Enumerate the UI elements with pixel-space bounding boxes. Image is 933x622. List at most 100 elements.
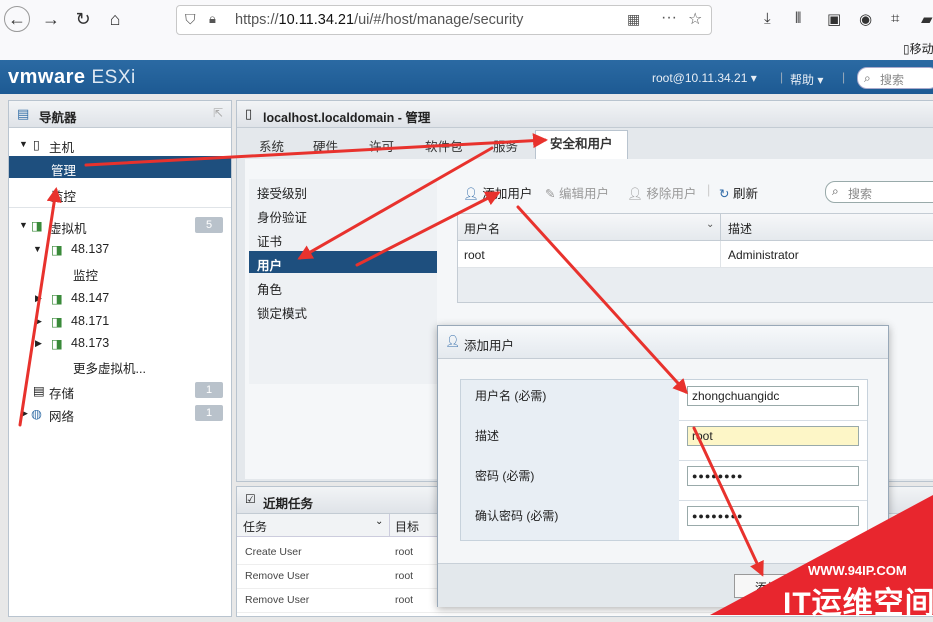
column-header-target[interactable]: 目标 xyxy=(395,518,419,535)
table-row[interactable]: root Administrator xyxy=(458,241,933,268)
nav-item-monitor[interactable]: 监控 xyxy=(9,182,231,204)
grid-empty-area xyxy=(458,268,933,302)
label-username: 用户名 (必需) xyxy=(461,380,679,420)
menu-certificates[interactable]: 证书 xyxy=(249,227,437,249)
crop-icon[interactable]: ⌗ xyxy=(891,10,899,27)
cell-username: root xyxy=(464,248,485,262)
header-divider: | xyxy=(842,70,846,84)
arrow-right-icon: → xyxy=(42,8,60,29)
description-input[interactable]: root xyxy=(687,426,859,446)
menu-acceptance-level[interactable]: 接受级别 xyxy=(249,179,437,201)
sidebar-icon[interactable]: ▣ xyxy=(827,10,841,28)
toolbar-divider: | xyxy=(707,183,711,197)
nav-item-storage[interactable]: ▤ 存储 1 xyxy=(9,379,231,401)
navigator-icon: ▤ xyxy=(17,106,30,121)
form-row-username: 用户名 (必需) zhongchuangidc xyxy=(461,380,867,421)
edit-user-button[interactable]: ✎ 编辑用户 xyxy=(545,183,609,202)
shield-icon: ⛉ xyxy=(185,11,196,27)
tab-hardware[interactable]: 硬件 xyxy=(313,136,338,155)
edit-pencil-icon: ✎ xyxy=(545,187,556,201)
column-header-username[interactable]: 用户名 xyxy=(464,220,500,237)
vm-icon: ◨ xyxy=(51,243,63,257)
nav-item-vm-48-137[interactable]: ▼ ◨ 48.137 xyxy=(9,238,231,260)
column-divider xyxy=(720,214,721,240)
network-icon: ◍ xyxy=(31,407,42,421)
back-button[interactable]: ← xyxy=(4,6,30,32)
vm-icon: ◨ xyxy=(51,292,63,306)
server-icon: ▯ xyxy=(245,106,253,121)
collapse-icon[interactable]: ⇱ xyxy=(213,106,223,120)
dialog-title: 添加用户 xyxy=(464,339,515,353)
navigator-title-bar: ▤ 导航器 ⇱ xyxy=(9,101,231,128)
nav-item-vms[interactable]: ▼ ◨ 虚拟机 5 xyxy=(9,214,231,236)
nav-item-host[interactable]: ▼ ▯ 主机 xyxy=(9,133,231,155)
arrow-left-icon: ← xyxy=(8,8,26,29)
vm-icon: ◨ xyxy=(51,337,63,351)
chevron-down-icon[interactable]: ⌄ xyxy=(375,516,383,527)
expand-arrow-icon[interactable]: ▼ xyxy=(19,139,28,149)
user-menu[interactable]: root@10.11.34.21 ▾ xyxy=(652,71,757,85)
add-user-button[interactable]: 👤︎ 添加用户 xyxy=(463,183,532,202)
column-divider xyxy=(389,514,390,536)
nav-item-more-vms[interactable]: 更多虚拟机... xyxy=(9,354,231,376)
expand-arrow-icon[interactable]: ▶ xyxy=(35,316,42,327)
header-divider: | xyxy=(780,70,784,84)
nav-item-vm-48-171[interactable]: ▶ ◨ 48.171 xyxy=(9,310,231,332)
refresh-button[interactable]: ↻ 刷新 xyxy=(719,183,758,202)
tasks-title: 近期任务 xyxy=(263,497,314,511)
forward-button[interactable]: → xyxy=(38,6,64,32)
label-password: 密码 (必需) xyxy=(461,460,679,500)
home-icon: ⌂ xyxy=(109,8,121,29)
tab-services[interactable]: 服务 xyxy=(493,136,518,155)
expand-arrow-icon[interactable]: ▶ xyxy=(35,293,42,304)
users-search-input[interactable]: ⌕ 搜索 xyxy=(825,181,933,203)
password-input[interactable]: ●●●●●●●● xyxy=(687,466,859,486)
qr-code-icon[interactable]: ▦ xyxy=(627,11,640,28)
nav-item-vm-48-147[interactable]: ▶ ◨ 48.147 xyxy=(9,287,231,309)
more-actions-icon[interactable]: ··· xyxy=(661,9,677,27)
label-confirm-password: 确认密码 (必需) xyxy=(461,500,679,540)
menu-authentication[interactable]: 身份验证 xyxy=(249,203,437,225)
manage-title: localhost.localdomain - 管理 xyxy=(263,111,431,125)
expand-arrow-icon[interactable]: ▼ xyxy=(19,220,28,230)
tasks-icon: ☑ xyxy=(245,492,256,506)
expand-arrow-icon[interactable]: ▶ xyxy=(21,408,28,419)
extension-bookmark[interactable]: ▯移动 xyxy=(903,40,933,57)
bookmark-star-icon[interactable]: ☆ xyxy=(688,9,702,29)
nav-item-network[interactable]: ▶ ◍ 网络 1 xyxy=(9,402,231,424)
remove-user-icon: 👤︎ xyxy=(627,187,643,201)
vm-count-badge: 5 xyxy=(195,217,223,233)
browser-toolbar: ← → ↻ ⌂ ⛉ 🔒︎ https://10.11.34.21/ui/#/ho… xyxy=(0,0,933,61)
help-menu[interactable]: 帮助 ▾ xyxy=(790,71,823,88)
menu-users[interactable]: 用户 xyxy=(249,251,437,273)
reload-button[interactable]: ↻ xyxy=(70,6,96,32)
expand-arrow-icon[interactable]: ▼ xyxy=(33,244,42,254)
home-button[interactable]: ⌂ xyxy=(102,6,128,32)
tab-system[interactable]: 系统 xyxy=(259,136,284,155)
tab-security-users[interactable]: 安全和用户 xyxy=(535,130,628,159)
tab-licensing[interactable]: 许可 xyxy=(369,136,394,155)
username-input[interactable]: zhongchuangidc xyxy=(687,386,859,406)
nav-item-manage[interactable]: 管理 xyxy=(9,156,231,178)
nav-item-vm-monitor[interactable]: 监控 xyxy=(9,261,231,283)
account-icon[interactable]: ◉ xyxy=(859,10,872,28)
column-header-description[interactable]: 描述 xyxy=(728,220,752,237)
download-icon[interactable]: ⤓ xyxy=(764,10,771,27)
menu-lockdown-mode[interactable]: 锁定模式 xyxy=(249,299,437,321)
chat-icon[interactable]: ▰ xyxy=(921,10,933,28)
remove-user-button[interactable]: 👤︎ 移除用户 xyxy=(627,183,696,202)
manage-title-bar: ▯ localhost.localdomain - 管理 xyxy=(237,101,933,128)
address-bar[interactable]: ⛉ 🔒︎ https://10.11.34.21/ui/#/host/manag… xyxy=(176,5,712,35)
menu-roles[interactable]: 角色 xyxy=(249,275,437,297)
expand-arrow-icon[interactable]: ▶ xyxy=(35,338,42,349)
chevron-down-icon[interactable]: ⌄ xyxy=(706,219,714,230)
url-text: https://10.11.34.21/ui/#/host/manage/sec… xyxy=(235,12,524,28)
nav-item-vm-48-173[interactable]: ▶ ◨ 48.173 xyxy=(9,332,231,354)
form-row-description: 描述 root xyxy=(461,420,867,461)
column-header-task[interactable]: 任务 xyxy=(243,518,267,535)
storage-icon: ▤ xyxy=(33,384,45,398)
users-grid: 用户名 ⌄ 描述 root Administrator xyxy=(457,213,933,303)
header-search-input[interactable]: ⌕ 搜索 xyxy=(857,67,933,89)
library-icon[interactable]: ⫴ xyxy=(795,10,801,27)
tab-packages[interactable]: 软件包 xyxy=(425,136,463,155)
